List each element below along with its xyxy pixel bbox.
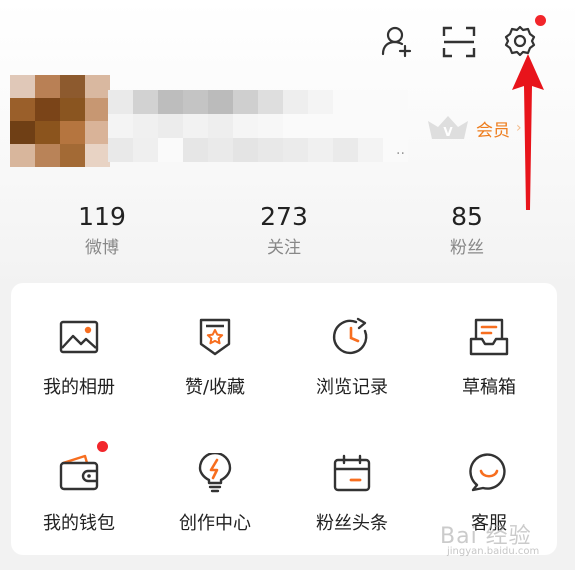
vip-entry[interactable]: V 会员 › [424,110,542,146]
menu-item-label: 粉丝头条 [316,513,388,534]
menu-item-label: 我的钱包 [43,513,115,534]
menu-item-favorites[interactable]: 赞/收藏 [147,283,283,413]
stat-label: 关注 [267,238,301,258]
vip-badge-letter: V [443,125,453,139]
settings-notification-dot [535,15,546,26]
menu-item-label: 浏览记录 [316,377,388,398]
watermark-url: jingyan.baidu.com [447,546,540,557]
username-blurred [108,90,408,162]
customer-service-icon [469,453,506,492]
fan-headlines-icon [333,454,371,492]
menu-item-fan-headlines[interactable]: 粉丝头条 [284,419,420,549]
vip-label: 会员 [476,120,510,141]
menu-item-creator[interactable]: 创作中心 [147,419,283,549]
settings-icon[interactable] [503,24,537,58]
scan-icon[interactable] [442,26,476,58]
menu-item-wallet[interactable]: 我的钱包 [11,419,147,549]
feature-grid-card: 我的相册 赞/收藏 浏览记录 草稿箱 我的钱包 创作中心 粉丝头条 客服 [11,283,557,555]
wallet-icon [59,454,99,491]
stat-weibo[interactable]: 119 微博 [42,200,162,262]
stat-value: 273 [260,202,308,231]
stat-value: 85 [451,202,483,231]
avatar[interactable] [10,75,110,167]
vip-crown-icon: V [428,116,468,139]
creator-center-icon [198,453,232,493]
menu-item-label: 草稿箱 [462,377,516,398]
favorites-icon [199,318,231,356]
vip-arrow: › [516,120,522,136]
menu-item-label: 我的相册 [43,377,115,398]
add-user-icon[interactable] [380,24,414,58]
stat-value: 119 [78,202,126,231]
stat-label: 微博 [85,238,119,258]
drafts-icon [469,318,509,356]
photo-album-icon [59,320,99,354]
username-ellipsis: .. [396,142,405,158]
stat-following[interactable]: 273 关注 [224,200,344,262]
menu-item-label: 创作中心 [179,513,251,534]
stat-followers[interactable]: 85 粉丝 [407,200,527,262]
stat-label: 粉丝 [450,238,484,258]
menu-item-label: 赞/收藏 [184,377,246,398]
menu-item-album[interactable]: 我的相册 [11,283,147,413]
wallet-notification-dot [97,441,108,452]
menu-item-history[interactable]: 浏览记录 [284,283,420,413]
history-icon [332,317,368,355]
menu-item-drafts[interactable]: 草稿箱 [421,283,557,413]
